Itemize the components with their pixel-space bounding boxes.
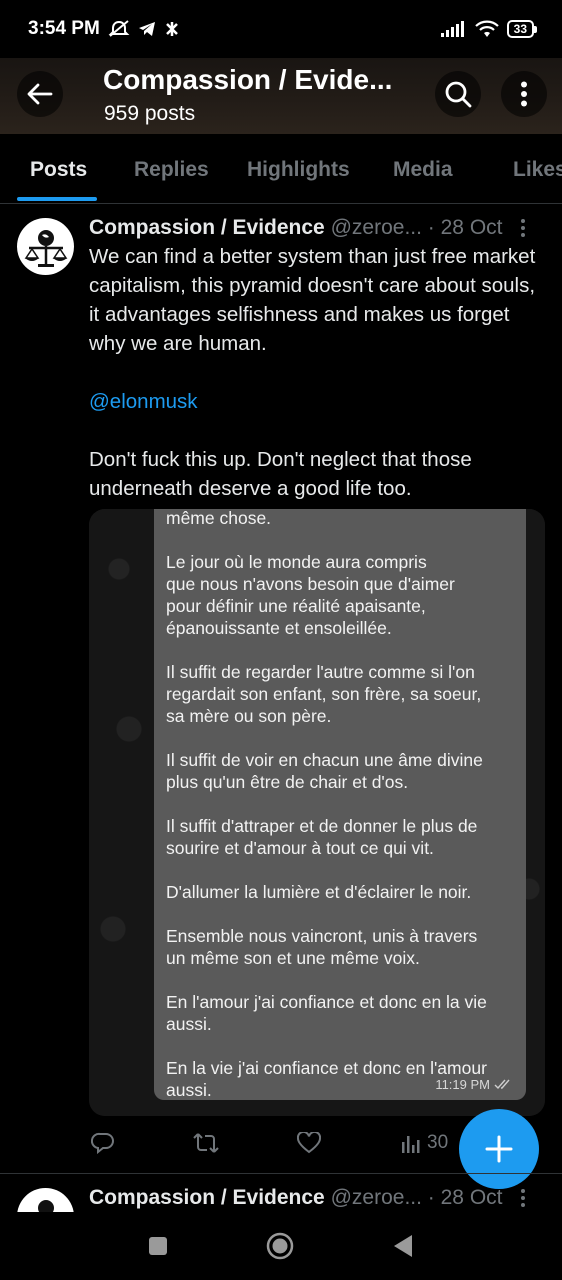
more-vertical-icon	[521, 81, 527, 107]
message-time-label: 11:19 PM	[435, 1077, 490, 1092]
tab-media[interactable]: Media	[393, 158, 453, 182]
tweet-text-part-1: We can find a better system than just fr…	[89, 245, 541, 355]
avatar[interactable]	[17, 218, 74, 275]
more-vertical-icon	[521, 1189, 525, 1207]
telegram-icon	[138, 22, 155, 36]
views-button[interactable]: 30	[401, 1132, 448, 1154]
back-button[interactable]	[17, 71, 63, 117]
more-options-button[interactable]	[501, 71, 547, 117]
system-navigation-bar	[0, 1212, 562, 1280]
message-time: 11:19 PM	[435, 1077, 514, 1092]
signal-icon	[440, 21, 464, 37]
mute-icon	[108, 20, 130, 37]
author-name[interactable]: Compassion / Evidence	[89, 216, 325, 239]
tweet-divider	[0, 1173, 562, 1174]
tweet-more-button[interactable]	[520, 218, 526, 244]
tweet-header: Compassion / Evidence @zeroe... · 28 Oct	[89, 1186, 529, 1210]
status-time: 3:54 PM	[28, 18, 100, 39]
views-chart-icon	[402, 1136, 420, 1153]
back-triangle-icon[interactable]	[392, 1234, 414, 1258]
app-notification-icon	[165, 22, 178, 36]
battery-indicator: 33	[506, 20, 538, 38]
tweet-date: · 28 Oct	[427, 1186, 503, 1209]
plus-icon	[485, 1135, 513, 1163]
scales-of-justice-icon	[24, 229, 67, 267]
recents-square-icon[interactable]	[148, 1236, 168, 1256]
compose-post-button[interactable]	[459, 1109, 539, 1189]
reply-icon	[91, 1132, 114, 1154]
reply-button[interactable]	[91, 1132, 115, 1154]
like-button[interactable]	[297, 1132, 321, 1154]
profile-header: Compassion / Evide... 959 posts	[0, 58, 562, 134]
search-icon	[445, 81, 472, 108]
tweet-date: · 28 Oct	[427, 216, 503, 239]
home-circle-icon[interactable]	[266, 1232, 294, 1260]
tab-highlights[interactable]: Highlights	[247, 158, 350, 182]
active-tab-indicator	[17, 197, 97, 201]
more-vertical-icon	[521, 219, 525, 237]
tweet-text: We can find a better system than just fr…	[89, 242, 539, 503]
double-check-icon	[494, 1079, 510, 1090]
author-handle[interactable]: @zeroe...	[331, 1186, 422, 1209]
heart-icon	[297, 1132, 321, 1154]
post-count: 959 posts	[104, 102, 196, 125]
tweet-text-part-2: Don't fuck this up. Don't neglect that t…	[89, 448, 478, 500]
tweet-more-button[interactable]	[520, 1188, 526, 1214]
tweet-image[interactable]: même chose. Le jour où le monde aura com…	[89, 509, 545, 1116]
wifi-icon	[474, 20, 499, 37]
views-count: 30	[427, 1132, 449, 1153]
tab-likes[interactable]: Likes	[513, 158, 562, 182]
mention-link[interactable]: @elonmusk	[89, 390, 198, 413]
search-button[interactable]	[435, 71, 481, 117]
tab-replies[interactable]: Replies	[134, 158, 209, 182]
repost-button[interactable]	[193, 1132, 219, 1154]
author-name[interactable]: Compassion / Evidence	[89, 1186, 325, 1209]
author-handle[interactable]: @zeroe...	[331, 216, 422, 239]
status-bar: 3:54 PM 33	[0, 0, 562, 58]
profile-tabs: Posts Replies Highlights Media Likes	[0, 134, 562, 204]
back-arrow-icon	[27, 83, 53, 105]
tweet-header: Compassion / Evidence @zeroe... · 28 Oct	[89, 216, 529, 240]
tab-posts[interactable]: Posts	[30, 158, 87, 182]
page-title: Compassion / Evide...	[103, 64, 393, 95]
repost-icon	[193, 1133, 219, 1153]
chat-message-bubble: même chose. Le jour où le monde aura com…	[154, 509, 526, 1100]
chat-message-text: même chose. Le jour où le monde aura com…	[166, 509, 487, 1100]
